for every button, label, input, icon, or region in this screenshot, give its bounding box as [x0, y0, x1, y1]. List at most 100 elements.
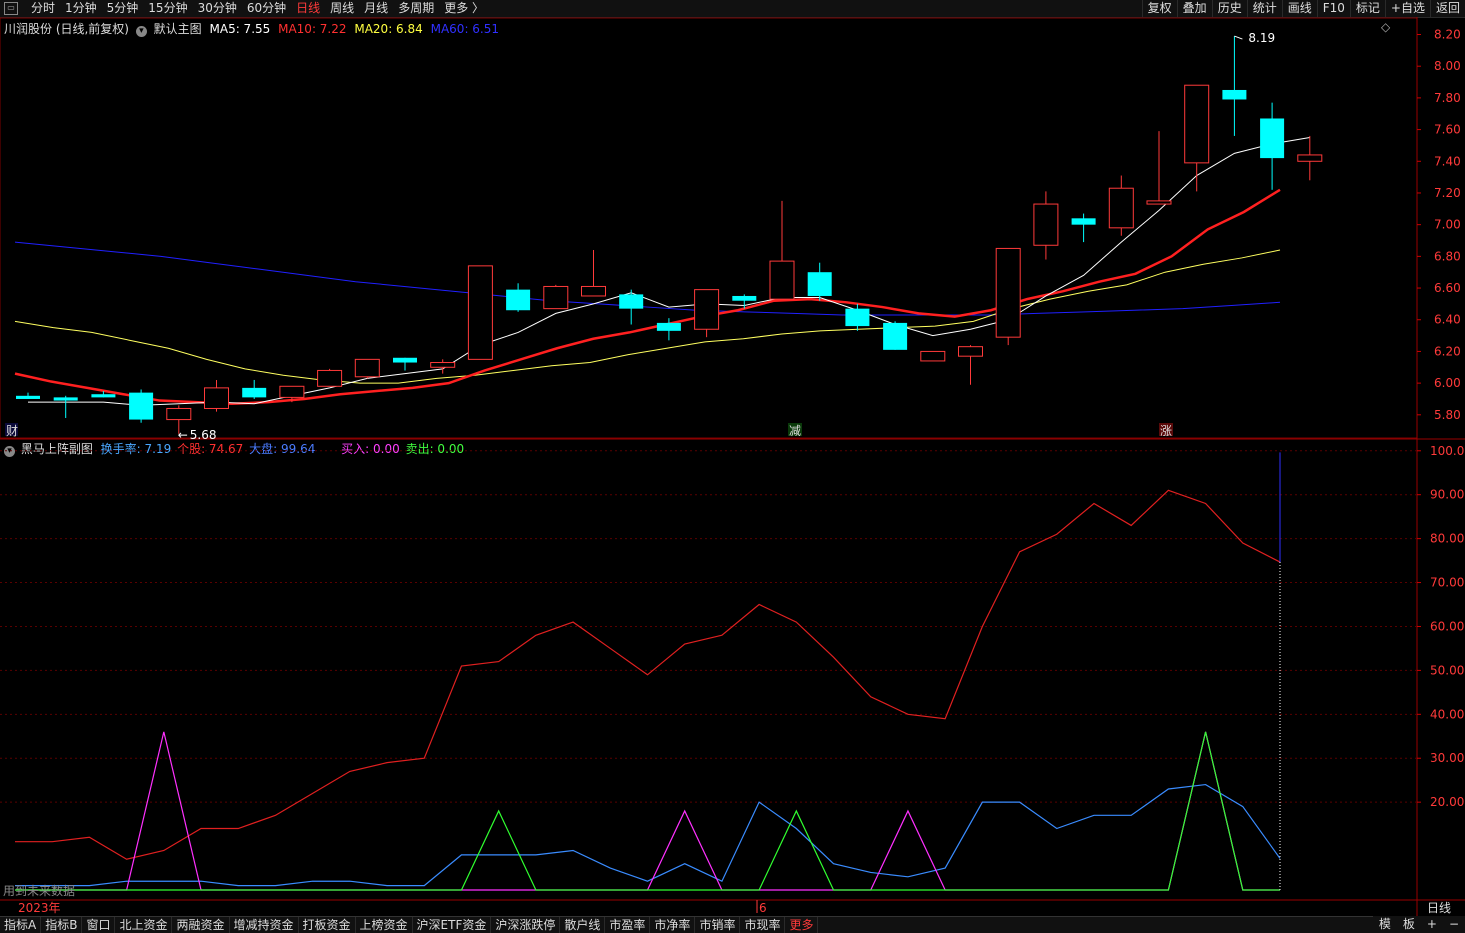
candle-body-down: [845, 308, 870, 327]
y-tick-label: 8.20: [1434, 28, 1461, 42]
right-toolbar: 复权 叠加 历史 统计 画线 F10 标记 +自选 返回: [1141, 0, 1465, 17]
sell-line: [15, 731, 1280, 891]
candle-body-down: [1222, 89, 1247, 100]
month-label: 6: [759, 901, 767, 915]
bottom-tab-8[interactable]: 沪深ETF资金: [413, 917, 492, 933]
chart-canvas[interactable]: 8.20 8.00 7.80 7.60 7.40 7.20 7.00 6.80 6.60 6.40…: [0, 17, 1465, 916]
sub-y-tick-label: 90.00: [1430, 488, 1464, 502]
sub-y-tick-label: 30.00: [1430, 751, 1464, 765]
tab-5[interactable]: 60分钟: [242, 0, 291, 17]
bottom-right-0[interactable]: 模: [1373, 916, 1397, 932]
y-tick-label: 6.40: [1434, 313, 1461, 327]
tab-10[interactable]: 更多 〉: [439, 0, 489, 17]
candle-body-down: [619, 294, 644, 309]
tab-4[interactable]: 30分钟: [193, 0, 242, 17]
tool-4[interactable]: 画线: [1281, 0, 1317, 17]
tool-7[interactable]: +自选: [1384, 0, 1430, 17]
candle-body-down: [129, 392, 154, 420]
tab-7[interactable]: 周线: [325, 0, 359, 17]
tool-0[interactable]: 复权: [1141, 0, 1177, 17]
diamond-icon: ◇: [1381, 20, 1391, 34]
candle-body-up: [1033, 203, 1059, 246]
y-tick-label: 7.60: [1434, 123, 1461, 137]
tool-8[interactable]: 返回: [1429, 0, 1465, 17]
main-panel-frame: [0, 17, 1418, 439]
bottom-tab-2[interactable]: 窗口: [82, 917, 116, 933]
window-restore-icon[interactable]: ▭: [4, 2, 18, 15]
bottom-tab-4[interactable]: 两融资金: [172, 917, 230, 933]
y-tick-label: 7.00: [1434, 218, 1461, 232]
candle-body-down: [53, 397, 78, 401]
bottom-tab-15[interactable]: 更多: [785, 917, 819, 933]
y-tick-label: 6.80: [1434, 249, 1461, 263]
candle-body-down: [16, 395, 40, 399]
high-label: 8.19: [1248, 31, 1275, 45]
bottom-tab-10[interactable]: 散户线: [560, 917, 606, 933]
y-tick-label: 5.80: [1434, 408, 1461, 422]
y-tick-label: 6.20: [1434, 344, 1461, 358]
sub-y-tick-label: 20.00: [1430, 795, 1464, 809]
y-tick-label: 6.60: [1434, 281, 1461, 295]
high-pointer: [1234, 35, 1243, 40]
y-tick-label: 6.00: [1434, 376, 1461, 390]
tab-0[interactable]: 分时: [26, 0, 60, 17]
bottom-tab-7[interactable]: 上榜资金: [356, 917, 413, 933]
bottom-tab-12[interactable]: 市净率: [650, 917, 696, 933]
candle-body-up: [920, 350, 946, 362]
candle-body-up: [1184, 84, 1210, 164]
candle-body-down: [656, 322, 681, 331]
bottom-right-3[interactable]: −: [1443, 916, 1465, 932]
candle-body-down: [91, 394, 116, 398]
candle-body-up: [995, 247, 1021, 338]
low-label: 5.68: [190, 428, 217, 442]
bottom-tab-1[interactable]: 指标B: [41, 917, 83, 933]
y-tick-label: 7.80: [1434, 91, 1461, 105]
market-line: [15, 783, 1281, 887]
tab-9[interactable]: 多周期: [393, 0, 439, 17]
low-pointer: ←: [178, 428, 188, 442]
sub-y-tick-label: 60.00: [1430, 619, 1464, 633]
marker-jian: 减: [789, 424, 801, 438]
bottom-tab-6[interactable]: 打板资金: [299, 917, 356, 933]
bottom-right-2[interactable]: +: [1421, 916, 1443, 932]
tab-8[interactable]: 月线: [359, 0, 393, 17]
bottom-tab-3[interactable]: 北上资金: [115, 917, 173, 933]
bottom-right-1[interactable]: 板: [1397, 916, 1421, 932]
bottom-tab-0[interactable]: 指标A: [0, 917, 42, 933]
candle-body-down: [242, 387, 267, 398]
tab-1[interactable]: 1分钟: [60, 0, 102, 17]
bottom-tab-5[interactable]: 增减持资金: [230, 917, 299, 933]
candle-body-down: [1260, 118, 1285, 159]
marker-zhang: 涨: [1160, 423, 1172, 438]
candle-body-up: [1297, 154, 1323, 162]
tool-3[interactable]: 统计: [1246, 0, 1282, 17]
candle-body-up: [543, 285, 569, 310]
bottom-tab-13[interactable]: 市销率: [695, 917, 741, 933]
candle-body-up: [958, 346, 983, 357]
tool-6[interactable]: 标记: [1349, 0, 1385, 17]
candle-body-up: [1108, 187, 1134, 229]
year-label: 2023年: [18, 901, 61, 915]
candle-body-up: [769, 260, 795, 300]
buy-line: [15, 731, 1280, 891]
tab-2[interactable]: 5分钟: [102, 0, 144, 17]
tool-1[interactable]: 叠加: [1176, 0, 1212, 17]
candle-body-down: [1071, 218, 1096, 225]
bottom-indicator-tabs: 指标A 指标B 窗口 北上资金 两融资金 增减持资金 打板资金 上榜资金 沪深ETF资金 沪深涨跌…: [0, 916, 1465, 933]
bottom-tab-9[interactable]: 沪深涨跌停: [491, 917, 561, 933]
candle-body-down: [732, 295, 757, 301]
bottom-tab-14[interactable]: 市现率: [740, 917, 786, 933]
candle-body-up: [581, 285, 606, 297]
candle-body-down: [807, 272, 832, 296]
sub-y-tick-label: 40.00: [1430, 707, 1464, 721]
tab-3[interactable]: 15分钟: [143, 0, 192, 17]
marker-cai: 财: [6, 424, 18, 438]
y-tick-label: 8.00: [1434, 59, 1461, 73]
tool-5[interactable]: F10: [1316, 0, 1350, 17]
ma5-line: [28, 137, 1310, 406]
candle-body-up: [1146, 200, 1172, 205]
future-data-note: 用到未来数据: [3, 883, 75, 898]
tool-2[interactable]: 历史: [1211, 0, 1247, 17]
bottom-tab-11[interactable]: 市盈率: [605, 917, 651, 933]
tab-6[interactable]: 日线: [291, 0, 325, 17]
